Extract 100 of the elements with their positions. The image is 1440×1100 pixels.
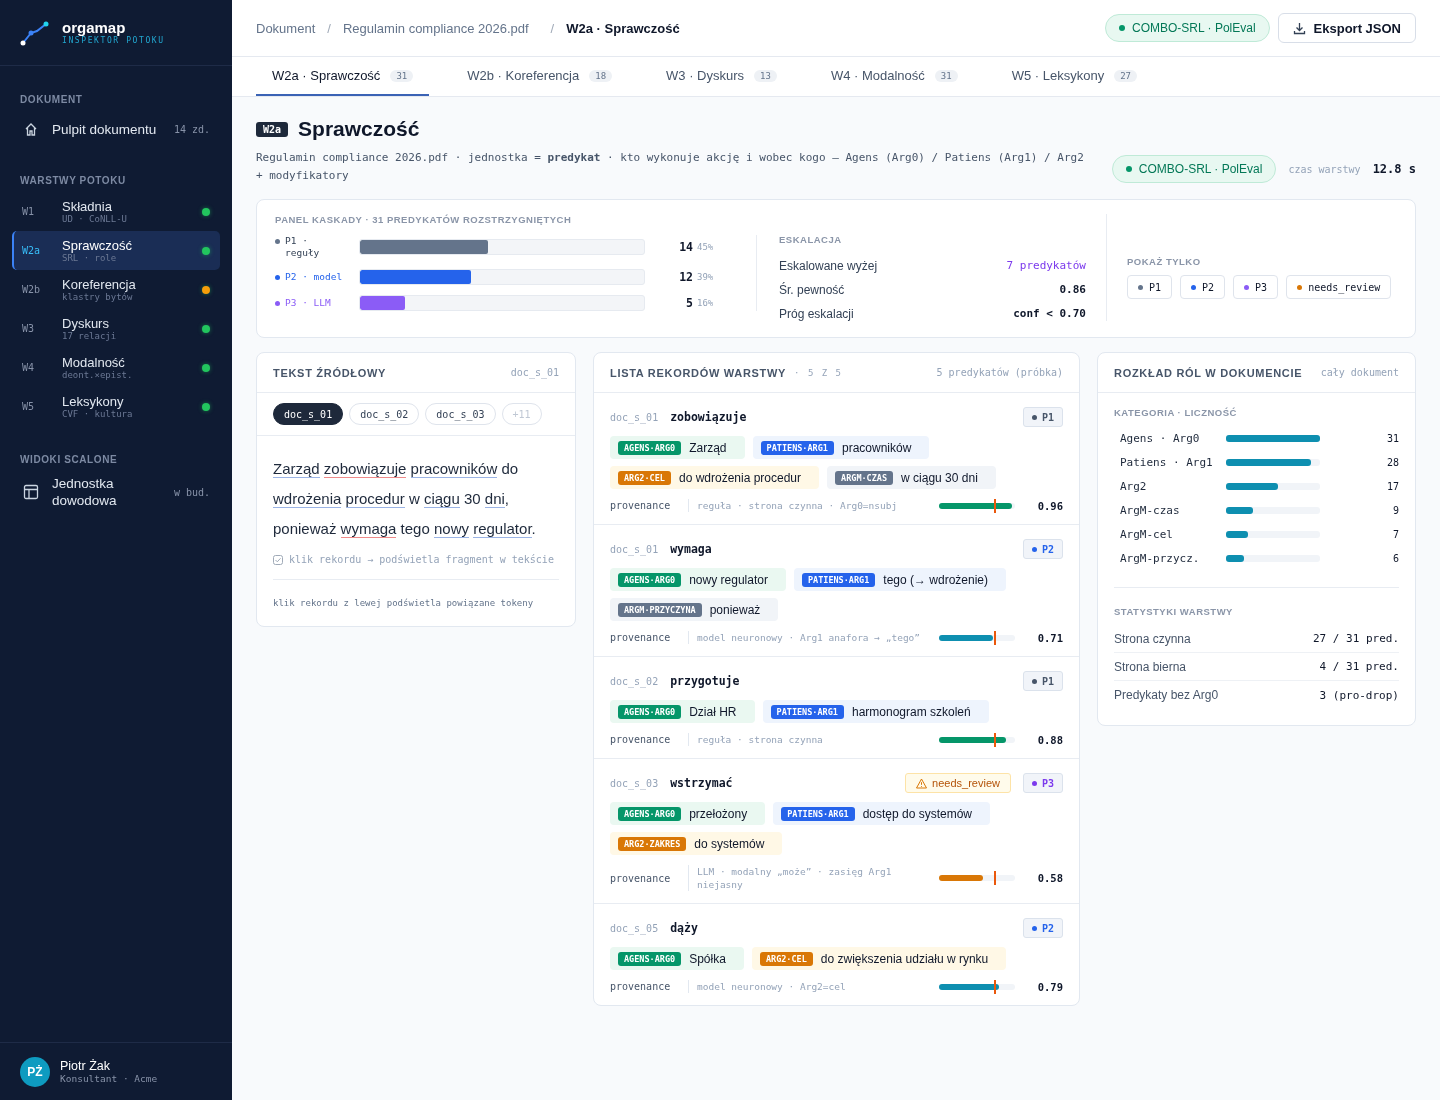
card-title: TEKST ŹRÓDŁOWY — [273, 366, 387, 379]
provenance-text: LLM · modalny „może” · zasięg Arg1 niejasny — [688, 865, 923, 891]
tab-count: 13 — [754, 69, 777, 82]
breadcrumb-link[interactable]: Regulamin compliance 2026.pdf — [342, 20, 529, 36]
document-chip[interactable]: doc_s_01 — [273, 403, 344, 425]
item-label: Leksykony — [62, 394, 125, 409]
section-title: POKAŻ TYLKO — [1127, 256, 1202, 267]
breadcrumb-link[interactable]: Dokument — [256, 20, 316, 36]
role-tag: ARGM·CZAS — [835, 470, 894, 485]
pass-count: 5 — [685, 296, 694, 310]
stat-label: Strona czynna — [1114, 631, 1191, 646]
item-label: Jednostka dowodowa — [52, 475, 118, 509]
source-text: Zarząd zobowiązuje pracowników do wdrożenia procedur w ciągu 30 dni, ponieważ wymaga tego nowy regulator. — [272, 459, 537, 540]
pass-percent: 45% — [697, 242, 715, 252]
record-doc-id: doc_s_05 — [610, 922, 659, 934]
sidebar-item[interactable]: W2b Koreferencja klastry bytów — [12, 270, 220, 309]
section-title: KATEGORIA · LICZNOŚĆ — [1114, 407, 1238, 418]
role-text: Dział HR — [689, 704, 737, 719]
layer-code-badge: W2a — [256, 121, 289, 137]
sidebar-item[interactable]: Jednostka dowodowa w bud. — [12, 471, 220, 513]
card-meta: 5 predykatów (próbka) — [936, 367, 1063, 378]
role-label: Agens · Arg0 — [1120, 432, 1201, 445]
section-heading: WARSTWY POTOKU — [19, 175, 127, 186]
sidebar-item[interactable]: W5 Leksykony CVF · kultura — [12, 387, 220, 426]
role-tag: ARG2·CEL — [759, 951, 813, 966]
footer-note: klik rekordu z lewej podświetla powiązane tokeny — [272, 597, 535, 610]
role-text: nowy regulator — [689, 572, 768, 587]
breadcrumb-separator: / — [550, 20, 555, 36]
tab[interactable]: W2a · Sprawczość 31 — [256, 57, 430, 96]
stat-label: Predykaty bez Arg0 — [1114, 688, 1219, 702]
sidebar-item[interactable]: W1 Składnia UD · CoNLL-U — [12, 192, 220, 231]
record-doc-id: doc_s_01 — [610, 411, 659, 423]
stat-label: Próg eskalacji — [779, 307, 854, 321]
role-tag: AGENS·ARG0 — [618, 440, 682, 455]
predicate: wymaga — [670, 542, 713, 556]
role-text: ponieważ — [709, 602, 761, 617]
tab-count: 27 — [1114, 69, 1137, 82]
item-subtitle: 17 relacji — [62, 331, 118, 341]
role-tag: AGENS·ARG0 — [618, 951, 682, 966]
provenance-label: provenance — [610, 734, 672, 745]
record-doc-id: doc_s_03 — [610, 777, 659, 789]
role-tag: PATIENS·ARG1 — [801, 572, 876, 587]
role-count: 7 — [1391, 529, 1399, 540]
item-label: Modalność — [62, 355, 126, 370]
pass-label: P1 · reguły — [275, 235, 347, 259]
sidebar-item[interactable]: W4 Modalność deont.×epist. — [12, 348, 220, 387]
role-text: przełożony — [689, 806, 748, 821]
download-icon — [1292, 21, 1306, 35]
review-flag: needs_review — [905, 773, 1011, 793]
layer-description: Regulamin compliance 2026.pdf · jednostka = predykat · kto wykonuje akcję i wobec kogo — Agens (Arg0) / Patiens (Arg1) / Arg2 + modyfikatory — [256, 150, 1085, 184]
role-label: ArgM-przycz. — [1120, 552, 1201, 565]
role-text: tego (→ wdrożenie) — [883, 572, 989, 587]
user-name: Piotr Żak — [60, 1059, 111, 1073]
role-tag: AGENS·ARG0 — [618, 572, 682, 587]
item-subtitle: CVF · kultura — [62, 409, 134, 419]
filter-chip[interactable]: P3 — [1233, 275, 1279, 299]
provenance-text: model neuronowy · Arg1 anafora → „tego” — [688, 631, 923, 644]
item-meta: 14 zd. — [173, 123, 210, 135]
confidence-value: 0.71 — [1036, 631, 1063, 644]
confidence-value: 0.58 — [1036, 872, 1063, 884]
role-count: 31 — [1385, 433, 1399, 444]
breadcrumb-current: W2a · Sprawczość — [566, 20, 680, 36]
sidebar-item[interactable]: Pulpit dokumentu 14 zd. — [12, 111, 220, 147]
sidebar-item[interactable]: W2a Sprawczość SRL · role — [12, 231, 220, 270]
panel-title: PANEL KASKADY · 31 PREDYKATÓW ROZSTRZYGNIĘTYCH — [275, 214, 573, 225]
sidebar-item[interactable]: W3 Dyskurs 17 relacji — [12, 309, 220, 348]
provenance-text: model neuronowy · Arg2=cel — [688, 980, 923, 993]
tab[interactable]: W3 · Dyskurs 13 — [650, 57, 793, 96]
tab[interactable]: W2b · Koreferencja 18 — [451, 57, 629, 96]
role-label: Patiens · Arg1 — [1120, 456, 1214, 469]
export-button[interactable]: Eksport JSON — [1277, 13, 1416, 43]
pass-count: 14 — [678, 240, 694, 254]
role-label: Arg2 — [1120, 480, 1148, 493]
page-title: Sprawczość — [298, 117, 420, 141]
tab[interactable]: W4 · Modalność 31 — [814, 57, 974, 96]
predicate: przygotuje — [670, 674, 741, 688]
item-label: Koreferencja — [62, 277, 137, 292]
model-badge: COMBO-SRL · PolEval — [1105, 14, 1270, 42]
app-name: orgamap — [62, 20, 127, 36]
filter-chip[interactable]: P1 — [1127, 275, 1173, 299]
stat-value: 3 (pro-drop) — [1319, 688, 1399, 702]
provenance-text: reguła · strona czynna · Arg0=nsubj — [688, 499, 923, 512]
pass-chip: P1 — [1022, 671, 1063, 691]
filter-chip[interactable]: needs_review — [1286, 275, 1392, 299]
tab-count: 18 — [589, 69, 613, 82]
card-meta: cały dokument — [1320, 367, 1399, 378]
filter-chip[interactable]: P2 — [1180, 275, 1226, 299]
role-tag: PATIENS·ARG1 — [760, 440, 834, 455]
card-title: LISTA REKORDÓW WARSTWY — [610, 366, 787, 379]
role-text: do zwiększenia udziału w rynku — [820, 951, 989, 966]
layer-code: W2a — [22, 245, 42, 256]
tab[interactable]: W5 · Leksykony 27 — [995, 57, 1153, 96]
provenance-label: provenance — [610, 632, 672, 643]
document-chip[interactable]: doc_s_02 — [349, 403, 420, 425]
role-text: do wdrożenia procedur — [678, 470, 802, 485]
card-meta: doc_s_01 — [510, 367, 559, 378]
document-chip[interactable]: doc_s_03 — [425, 403, 496, 425]
hint-text: klik rekordu → podświetla fragment w tekście — [289, 554, 554, 565]
stat-label: Śr. pewność — [779, 283, 845, 297]
time-label: czas warstwy — [1288, 163, 1361, 175]
